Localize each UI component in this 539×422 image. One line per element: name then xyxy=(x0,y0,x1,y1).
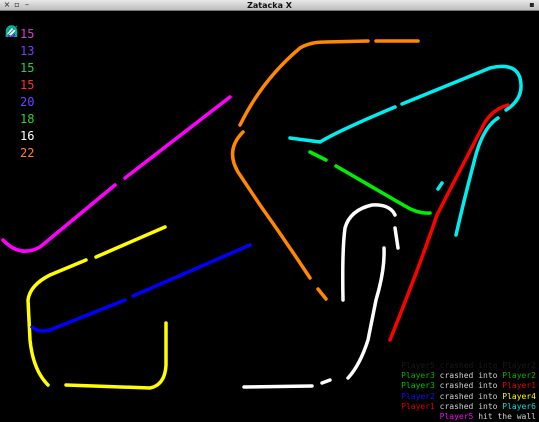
ring-icon xyxy=(5,26,18,108)
powerup-row: 18 xyxy=(5,25,35,127)
eraser-icon xyxy=(5,28,18,142)
log-player: Player3 xyxy=(401,371,435,381)
powerup-panel: 15 13 15 15 20 18 16 22 xyxy=(5,25,34,161)
powerup-row: 20 xyxy=(5,26,35,110)
log-entry: Player5 crashed into Player2 xyxy=(401,361,536,371)
log-player: Player2 xyxy=(401,391,435,401)
powerup-count: 18 xyxy=(20,111,35,126)
powerup-row: 16 xyxy=(5,28,35,144)
log-player: Player3 xyxy=(401,381,435,391)
log-player: Player5 xyxy=(439,412,474,422)
player-trail xyxy=(1,183,117,253)
window-title: Zatacka X xyxy=(247,1,292,10)
log-player: Player1 xyxy=(401,401,435,411)
log-verb: crashed into xyxy=(434,401,503,411)
log-verb: hit the wall xyxy=(473,412,536,422)
player-trail xyxy=(64,321,168,390)
log-entry: Player5 hit the wall xyxy=(401,412,536,422)
powerup-count: 20 xyxy=(20,94,35,109)
log-verb: crashed into xyxy=(434,381,503,391)
log-target: Player2 xyxy=(502,361,536,370)
log-entry: Player3 crashed into Player2 xyxy=(401,371,536,381)
log-target: Player4 xyxy=(502,391,536,401)
powerup-row: 15 xyxy=(5,26,35,93)
player-trail xyxy=(123,95,232,180)
powerup-count: 16 xyxy=(20,128,35,143)
log-target: Player6 xyxy=(502,401,536,411)
log-entry: Player1 crashed into Player6 xyxy=(401,402,536,412)
log-verb: crashed into xyxy=(434,371,503,381)
log-entry: Player3 crashed into Player1 xyxy=(401,381,536,391)
reverse-icon xyxy=(5,26,18,91)
trails-layer xyxy=(1,39,523,390)
log-verb: crashed into xyxy=(434,391,503,401)
event-log: Player5 crashed into Player2 Player3 cras… xyxy=(401,361,536,422)
player-trail xyxy=(94,225,167,259)
magnet-icon xyxy=(5,25,18,125)
log-target: Player1 xyxy=(502,381,536,391)
player-trail xyxy=(288,105,397,144)
log-player: Player5 xyxy=(401,361,435,370)
player-trail xyxy=(346,246,386,380)
powerup-count: 15 xyxy=(20,60,35,75)
powerup-row: 13 xyxy=(5,26,35,59)
powerup-count: 15 xyxy=(20,77,35,92)
chaos-icon xyxy=(5,25,18,159)
player-trail xyxy=(388,103,510,342)
player-trail xyxy=(238,39,370,127)
player-trail xyxy=(242,384,314,389)
player-trail xyxy=(436,181,444,191)
powerup-count: 15 xyxy=(20,26,35,41)
player-trail xyxy=(308,150,328,162)
powerup-row: 22 xyxy=(5,25,35,161)
warning-icon xyxy=(5,26,18,57)
player-trail xyxy=(393,226,400,250)
player-trail xyxy=(30,298,127,333)
player-trail xyxy=(230,130,312,280)
window-menu-icon[interactable]: ▪ xyxy=(528,1,536,9)
game-canvas[interactable]: 15 13 15 15 20 18 16 22 Player5 crashed … xyxy=(0,11,539,421)
window-titlebar: × ▫ – Zatacka X ▪ xyxy=(0,0,539,11)
log-verb: crashed into xyxy=(434,361,503,370)
powerup-row: 15 xyxy=(5,26,35,76)
player-trail xyxy=(400,64,523,112)
player-trail xyxy=(316,287,328,301)
player-trail xyxy=(320,378,332,385)
lightning-icon xyxy=(5,26,18,74)
player-trail xyxy=(26,258,88,387)
powerup-count: 22 xyxy=(20,145,35,160)
powerup-count: 13 xyxy=(20,43,35,58)
log-entry: Player2 crashed into Player4 xyxy=(401,392,536,402)
player-trail xyxy=(341,203,397,302)
log-target: Player2 xyxy=(502,371,536,381)
player-trail xyxy=(131,243,252,298)
